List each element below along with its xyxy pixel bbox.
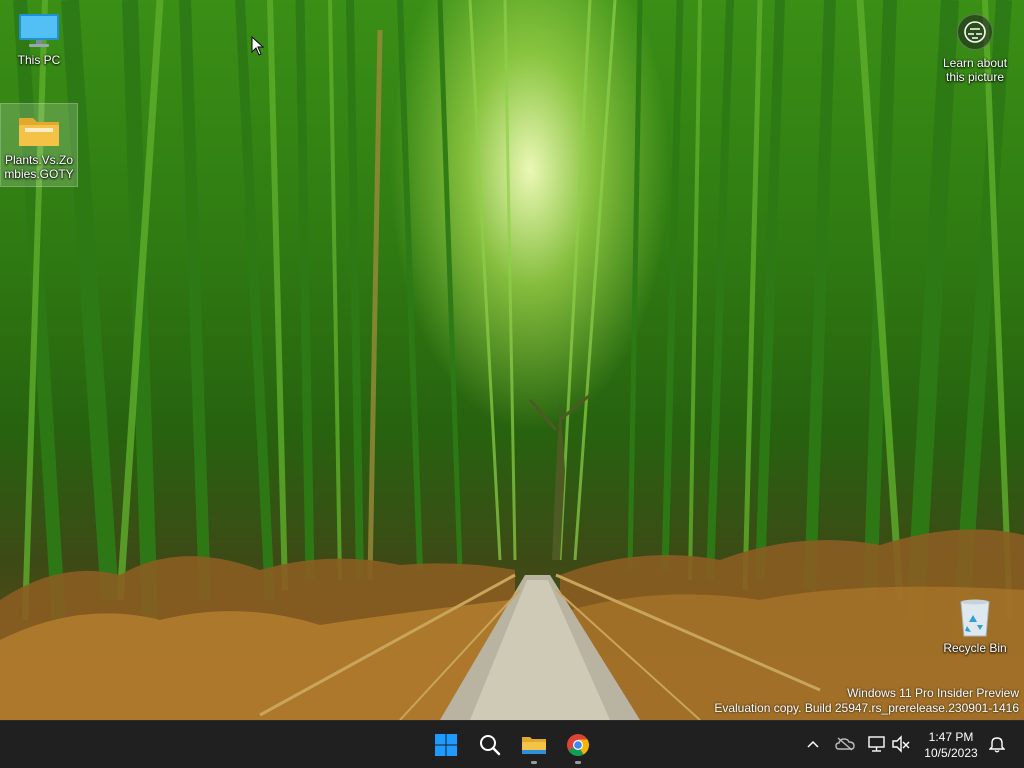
folder-icon xyxy=(17,110,61,150)
desktop-icon-this-pc[interactable]: This PC xyxy=(1,4,77,67)
evaluation-watermark: Windows 11 Pro Insider Preview Evaluatio… xyxy=(714,686,1019,716)
taskbar: 1:47 PM 10/5/2023 xyxy=(0,720,1024,768)
desktop-icon-recycle-bin[interactable]: Recycle Bin xyxy=(937,592,1013,655)
desktop-wallpaper xyxy=(0,0,1024,720)
clock-date: 10/5/2023 xyxy=(924,746,978,760)
watermark-edition: Windows 11 Pro Insider Preview xyxy=(847,686,1019,700)
onedrive-button[interactable] xyxy=(834,733,856,755)
system-clock[interactable]: 1:47 PM 10/5/2023 xyxy=(916,729,986,761)
chrome-button[interactable] xyxy=(558,725,598,765)
bell-icon xyxy=(989,737,1005,753)
windows-start-icon xyxy=(435,734,457,756)
mouse-cursor xyxy=(251,35,265,61)
learn-about-picture-label: Learn about this picture xyxy=(942,56,1008,84)
recycle-bin-icon xyxy=(953,598,997,638)
bamboo-forest-image xyxy=(0,0,1024,720)
chrome-icon xyxy=(567,734,589,756)
running-indicator xyxy=(531,761,537,764)
desktop-icon-label: This PC xyxy=(17,53,61,67)
search-icon xyxy=(480,735,501,756)
clock-time: 1:47 PM xyxy=(928,730,974,744)
search-button[interactable] xyxy=(470,725,510,765)
desktop-icon-label: Plants.Vs.Zombies.GOTY xyxy=(4,153,74,181)
network-icon xyxy=(868,736,885,752)
start-button[interactable] xyxy=(426,725,466,765)
show-hidden-icons-button[interactable] xyxy=(802,733,824,755)
camera-aperture-icon xyxy=(957,14,993,50)
file-explorer-button[interactable] xyxy=(514,725,554,765)
watermark-build: Evaluation copy. Build 25947.rs_prerelea… xyxy=(714,701,1019,715)
desktop-icon-plants-vs-zombies-folder[interactable]: Plants.Vs.Zombies.GOTY xyxy=(0,103,78,187)
running-indicator xyxy=(575,761,581,764)
volume-button[interactable] xyxy=(890,733,912,755)
desktop-icon-label: Recycle Bin xyxy=(943,641,1007,655)
network-button[interactable] xyxy=(866,733,888,755)
learn-about-this-picture[interactable]: Learn about this picture xyxy=(936,8,1014,84)
monitor-icon xyxy=(17,10,61,50)
file-explorer-icon xyxy=(522,737,546,754)
notifications-button[interactable] xyxy=(986,733,1008,755)
onedrive-icon xyxy=(835,737,855,751)
chevron-up-icon xyxy=(807,740,819,748)
volume-muted-icon xyxy=(892,735,910,753)
